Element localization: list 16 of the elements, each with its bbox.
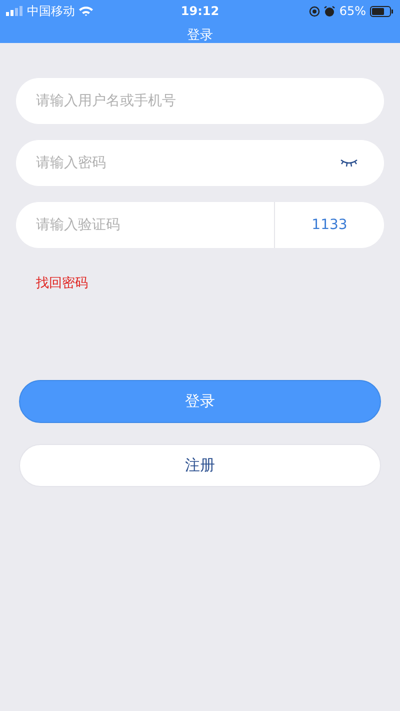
wifi-icon: [79, 6, 93, 16]
username-input[interactable]: 请输入用户名或手机号: [16, 78, 384, 124]
captcha-code[interactable]: 1133: [274, 202, 384, 248]
captcha-field[interactable]: 请输入验证码 1133: [16, 202, 384, 248]
login-button[interactable]: 登录: [19, 380, 381, 423]
battery-icon: [370, 6, 394, 16]
signal-icon: [6, 6, 23, 16]
clock-time: 19:12: [180, 4, 220, 18]
battery-percent: 65%: [339, 4, 366, 18]
register-button[interactable]: 注册: [19, 444, 381, 487]
captcha-input[interactable]: 请输入验证码: [16, 202, 274, 248]
closed-eye-icon[interactable]: [340, 158, 358, 168]
page-title: 登录: [187, 29, 213, 43]
carrier-name: 中国移动: [27, 2, 75, 20]
forgot-password-link[interactable]: 找回密码: [36, 274, 88, 292]
alarm-icon: [324, 6, 336, 16]
